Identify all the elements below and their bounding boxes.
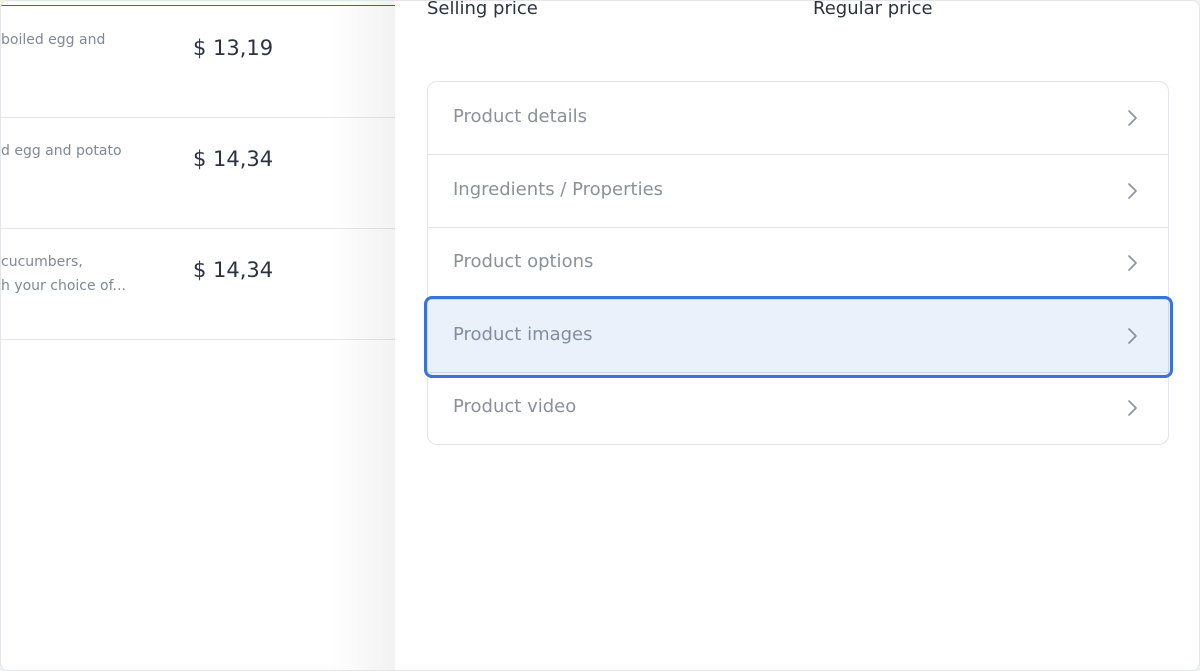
description-line: d egg and potato <box>1 143 122 159</box>
section-label: Product options <box>453 251 594 272</box>
product-price: $ 14,34 <box>193 147 274 171</box>
section-product-details[interactable]: Product details <box>428 82 1168 155</box>
description-line: cucumbers, <box>1 254 83 270</box>
chevron-right-icon <box>1128 110 1137 126</box>
product-description: d egg and potato <box>1 139 151 163</box>
section-ingredients-properties[interactable]: Ingredients / Properties <box>428 155 1168 228</box>
product-price: $ 14,34 <box>193 258 274 282</box>
section-product-images[interactable]: Product images <box>428 300 1168 373</box>
section-product-options[interactable]: Product options <box>428 227 1168 300</box>
section-label: Product details <box>453 106 588 127</box>
product-description: cucumbers, h your choice of... <box>1 250 151 298</box>
section-label: Product video <box>453 396 577 417</box>
selling-price-label: Selling price <box>427 0 538 19</box>
product-sections-accordion: Product details Ingredients / Properties… <box>427 81 1169 445</box>
chevron-right-icon <box>1128 255 1137 271</box>
regular-price-label: Regular price <box>813 0 933 19</box>
drawer-shadow <box>331 1 395 670</box>
description-line: boiled egg and <box>1 32 106 48</box>
product-price: $ 13,19 <box>193 36 274 60</box>
section-label: Ingredients / Properties <box>453 179 664 200</box>
chevron-right-icon <box>1128 400 1137 416</box>
section-product-video[interactable]: Product video <box>428 372 1168 444</box>
product-edit-drawer: Selling price Regular price Product deta… <box>395 0 1199 670</box>
app-window: boiled egg and $ 13,19 d egg and potato … <box>0 0 1200 671</box>
section-label: Product images <box>453 324 593 345</box>
chevron-right-icon <box>1128 328 1137 344</box>
description-line: h your choice of... <box>1 278 126 294</box>
chevron-right-icon <box>1128 183 1137 199</box>
product-description: boiled egg and <box>1 28 151 52</box>
